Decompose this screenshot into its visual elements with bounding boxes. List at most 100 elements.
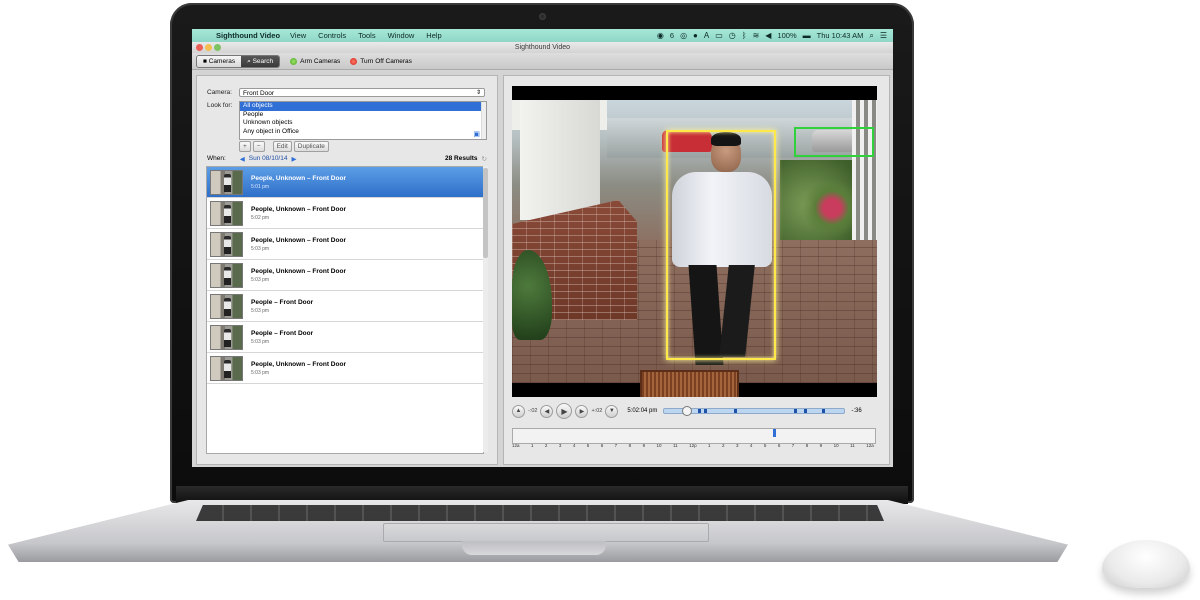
add-button[interactable]: + [239, 141, 251, 152]
progress-bar[interactable] [663, 406, 846, 416]
video-player[interactable] [512, 86, 877, 397]
timeline-tick-label: 1 [708, 443, 711, 448]
next-day-icon[interactable]: ▶ [291, 155, 296, 163]
result-time: 5:03 pm [251, 276, 270, 283]
day-timeline[interactable] [512, 428, 876, 444]
battery-percent[interactable]: 100% [777, 29, 796, 42]
timeline-tick-label: 3 [735, 443, 739, 448]
timeline-tick-label: 12a [512, 443, 520, 448]
adobe-icon[interactable]: A [704, 29, 709, 42]
turn-off-cameras-button[interactable]: Turn Off Cameras [350, 57, 412, 65]
wifi-icon[interactable]: ≋ [753, 29, 760, 42]
step-forward-icon[interactable]: ▶ [575, 404, 589, 418]
progress-marker [734, 409, 738, 413]
prev-day-icon[interactable]: ◀ [240, 155, 245, 163]
green-dot-icon [290, 57, 298, 65]
menu-help[interactable]: Help [426, 29, 441, 42]
menu-tools[interactable]: Tools [358, 29, 376, 42]
result-row[interactable]: People, Unknown – Front Door 5:01 pm [207, 167, 483, 198]
date-field[interactable]: Sun 08/10/14 [249, 155, 288, 163]
current-time: 5:02:04 pm [627, 408, 658, 414]
result-thumbnail [210, 200, 243, 226]
window-zoom-button[interactable] [214, 44, 221, 51]
look-for-item[interactable]: Unknown objects [240, 119, 486, 128]
step-back-icon[interactable]: ◀ [540, 404, 554, 418]
menu-view[interactable]: View [290, 29, 306, 42]
window-minimize-button[interactable] [205, 44, 212, 51]
look-for-scrollbar[interactable] [481, 102, 486, 139]
video-pane: ▲ -:02 ◀ ▶ ▶ +:02 ▼ 5:02:04 pm -:36 12a 1… [503, 75, 890, 465]
cameras-tab[interactable]: ■ Cameras [197, 55, 242, 67]
porch-column [520, 100, 600, 220]
notification-center-icon[interactable]: ☰ [880, 29, 887, 42]
progress-marker [698, 409, 702, 413]
play-icon[interactable]: ▶ [556, 403, 573, 419]
chevron-updown-icon: ⇕ [475, 90, 481, 96]
result-row[interactable]: People – Front Door 5:03 pm [207, 291, 483, 322]
clock[interactable]: Thu 10:43 AM [817, 29, 864, 42]
result-time: 5:02 pm [251, 214, 270, 221]
skip-back-button[interactable]: -:02 [528, 408, 537, 414]
edit-button[interactable]: Edit [272, 141, 292, 152]
look-for-label: Look for: [207, 102, 233, 109]
timeline-tick-label: 5 [586, 443, 590, 448]
menu-controls[interactable]: Controls [318, 29, 346, 42]
menubar: Sighthound Video View Controls Tools Win… [192, 29, 893, 42]
laptop-front-notch [462, 541, 606, 555]
timeline-playhead[interactable] [773, 429, 776, 437]
time-machine-icon[interactable]: ◷ [729, 29, 736, 42]
timeline-tick-label: 3 [558, 443, 562, 448]
window-title: Sighthound Video [514, 44, 571, 51]
timeline-tick-label: 1 [530, 443, 534, 448]
results-scrollbar-thumb[interactable] [483, 168, 488, 258]
spotlight-icon[interactable]: ⌕ [869, 29, 873, 42]
timeline-tick-label: 8 [628, 443, 632, 448]
progress-marker [804, 409, 808, 413]
result-row[interactable]: People, Unknown – Front Door 5:03 pm [207, 260, 483, 291]
circle-icon[interactable]: ● [693, 29, 698, 42]
trackpad [383, 523, 709, 542]
when-label: When: [207, 155, 226, 162]
search-tab[interactable]: ⌕ Search [241, 55, 280, 67]
display-icon[interactable]: ▭ [715, 29, 723, 42]
prev-clip-icon[interactable]: ▲ [512, 404, 525, 418]
result-time: 5:03 pm [251, 245, 270, 252]
refresh-icon[interactable]: ↻ [482, 155, 487, 163]
timeline-tick-label: 4 [572, 443, 576, 448]
camera-select[interactable]: Front Door ⇕ [239, 88, 485, 97]
result-row[interactable]: People, Unknown – Front Door 5:03 pm [207, 229, 483, 260]
remove-button[interactable]: − [252, 141, 265, 152]
timeline-tick-label: 12p [689, 443, 697, 448]
volume-icon[interactable]: ◀ [765, 29, 771, 42]
sighthound-status-icon[interactable]: ◉ [657, 29, 664, 42]
look-for-item[interactable]: All objects [240, 102, 486, 111]
next-clip-icon[interactable]: ▼ [605, 404, 619, 418]
vehicle-detection-box [794, 127, 874, 157]
progress-knob[interactable] [682, 406, 693, 416]
look-for-item[interactable]: People [240, 111, 486, 120]
skip-forward-button[interactable]: +:02 [591, 408, 602, 414]
result-row[interactable]: People, Unknown – Front Door 5:03 pm [207, 353, 483, 384]
timeline-tick-label: 6 [777, 443, 781, 448]
when-row: When: ◀ Sun 08/10/14 ▶ 28 Results ↻ [207, 155, 487, 163]
search-pane: Camera: Front Door ⇕ Look for: All objec… [196, 75, 498, 465]
time-remaining: -:36 [851, 408, 862, 414]
timeline-tick-label: 10 [833, 443, 839, 448]
view-switch: ■ Cameras ⌕ Search [196, 54, 281, 68]
menu-app-name[interactable]: Sighthound Video [216, 29, 280, 42]
doormat [640, 370, 739, 397]
save-icon[interactable]: ▣ [473, 130, 480, 138]
eye-icon[interactable]: ◎ [680, 29, 687, 42]
battery-icon[interactable]: ▬ [803, 29, 811, 42]
menu-window[interactable]: Window [388, 29, 415, 42]
duplicate-button[interactable]: Duplicate [293, 141, 329, 152]
result-row[interactable]: People, Unknown – Front Door 5:02 pm [207, 198, 483, 229]
result-row[interactable]: People – Front Door 5:03 pm [207, 322, 483, 353]
timeline-tick-label: 4 [749, 443, 753, 448]
window-close-button[interactable] [196, 44, 203, 51]
timeline-tick-label: 2 [722, 443, 725, 448]
result-thumbnail [210, 262, 243, 288]
arm-cameras-button[interactable]: Arm Cameras [290, 57, 340, 65]
bluetooth-icon[interactable]: ᛒ [742, 29, 747, 42]
look-for-item[interactable]: Any object in Office [240, 128, 486, 137]
